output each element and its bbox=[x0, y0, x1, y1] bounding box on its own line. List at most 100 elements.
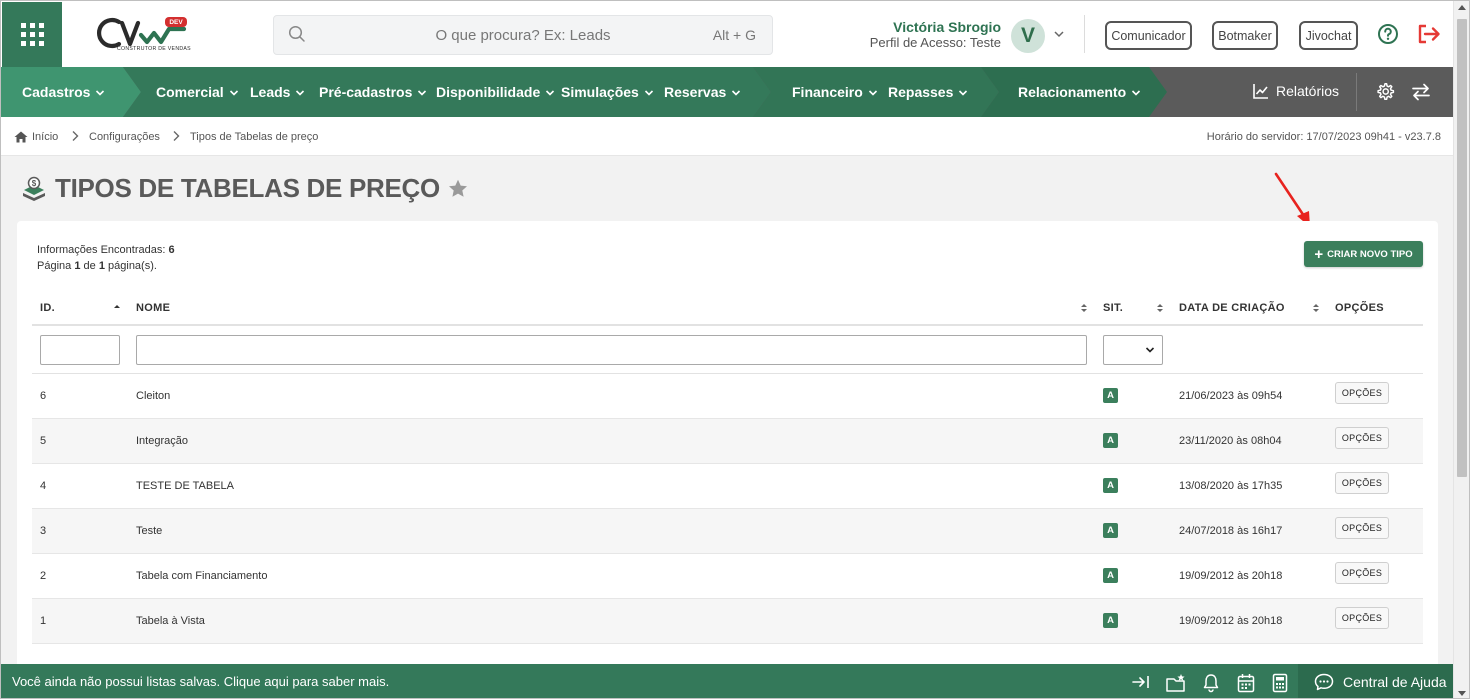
nav-label: Repasses bbox=[888, 84, 954, 100]
help-center-label: Central de Ajuda bbox=[1343, 674, 1447, 690]
cell-name: Tabela com Financiamento bbox=[136, 570, 268, 582]
nav-reservas[interactable]: Reservas bbox=[664, 67, 741, 117]
calculator-icon[interactable] bbox=[1272, 673, 1288, 693]
sort-icon[interactable] bbox=[1156, 303, 1164, 313]
search-input[interactable] bbox=[274, 16, 772, 54]
cv-logo[interactable]: DEV CONSTRUTOR DE VENDAS bbox=[93, 13, 197, 57]
options-button[interactable]: OPÇÕES bbox=[1335, 472, 1389, 494]
breadcrumb-label: Configurações bbox=[89, 131, 160, 143]
cell-date: 19/09/2012 às 20h18 bbox=[1179, 615, 1283, 627]
svg-text:$: $ bbox=[32, 179, 37, 188]
column-header-data[interactable]: DATA DE CRIAÇÃO bbox=[1179, 302, 1285, 314]
grid-icon bbox=[20, 23, 44, 46]
app-window: DEV CONSTRUTOR DE VENDAS Alt + G Victóri… bbox=[0, 0, 1470, 699]
breadcrumb-current: Tipos de Tabelas de preço bbox=[190, 131, 318, 143]
price-tag-icon: $ bbox=[23, 176, 45, 201]
collapse-arrow-icon[interactable] bbox=[1131, 673, 1151, 691]
chevron-down-icon bbox=[644, 89, 653, 96]
found-count: 6 bbox=[168, 244, 175, 256]
cell-id: 2 bbox=[40, 570, 47, 582]
help-center-button[interactable]: Central de Ajuda bbox=[1298, 664, 1453, 698]
chevron-down-icon bbox=[1145, 347, 1155, 353]
botmaker-button[interactable]: Botmaker bbox=[1212, 21, 1278, 50]
nav-cadastros[interactable]: Cadastros bbox=[22, 67, 105, 117]
create-button-label: CRIAR NOVO TIPO bbox=[1327, 248, 1413, 260]
chevron-down-icon bbox=[96, 89, 105, 96]
sort-icon[interactable] bbox=[1312, 303, 1320, 313]
comunicador-button[interactable]: Comunicador bbox=[1105, 21, 1192, 50]
column-header-id[interactable]: ID. bbox=[40, 302, 55, 314]
options-button[interactable]: OPÇÕES bbox=[1335, 607, 1389, 629]
nav-pre-cadastros[interactable]: Pré-cadastros bbox=[319, 67, 427, 117]
nav-comercial[interactable]: Comercial bbox=[156, 67, 239, 117]
create-new-type-button[interactable]: + CRIAR NOVO TIPO bbox=[1304, 241, 1423, 267]
saved-lists-message[interactable]: Você ainda não possui listas salvas. Cli… bbox=[12, 674, 389, 689]
column-header-nome[interactable]: NOME bbox=[136, 302, 170, 314]
nav-label: Simulações bbox=[561, 84, 639, 100]
nav-disponibilidade[interactable]: Disponibilidade bbox=[436, 67, 555, 117]
table-row: 2 Tabela com Financiamento A 19/09/2012 … bbox=[32, 554, 1423, 599]
chevron-down-icon bbox=[296, 89, 305, 96]
jivochat-button[interactable]: Jivochat bbox=[1299, 21, 1358, 50]
user-info[interactable]: Victória Sbrogio Perfil de Acesso: Teste bbox=[863, 19, 1001, 51]
cell-name: Cleiton bbox=[136, 390, 171, 402]
cell-date: 13/08/2020 às 17h35 bbox=[1179, 480, 1283, 492]
filter-row bbox=[32, 326, 1423, 374]
cell-name: Integração bbox=[136, 435, 188, 447]
logo-subtitle: CONSTRUTOR DE VENDAS bbox=[117, 46, 191, 52]
nav-relacionamento[interactable]: Relacionamento bbox=[1018, 67, 1141, 117]
cell-date: 23/11/2020 às 08h04 bbox=[1179, 435, 1282, 447]
breadcrumb: Início Configurações Tipos de Tabelas de… bbox=[1, 117, 1453, 156]
column-header-sit[interactable]: SIT. bbox=[1103, 302, 1123, 314]
page-scrollbar[interactable] bbox=[1453, 1, 1469, 698]
cell-name: Teste bbox=[136, 525, 163, 537]
nav-simulacoes[interactable]: Simulações bbox=[561, 67, 654, 117]
found-label: Informações Encontradas: bbox=[37, 244, 166, 256]
logout-icon[interactable] bbox=[1417, 23, 1441, 45]
swap-arrows-icon[interactable] bbox=[1411, 82, 1431, 102]
breadcrumb-configuracoes[interactable]: Configurações bbox=[89, 131, 160, 143]
scroll-up-arrow[interactable] bbox=[1458, 5, 1466, 10]
nav-leads[interactable]: Leads bbox=[250, 67, 305, 117]
chevron-down-icon[interactable] bbox=[1053, 29, 1065, 39]
cell-name: Tabela à Vista bbox=[136, 615, 205, 627]
scroll-down-arrow[interactable] bbox=[1458, 691, 1466, 696]
cell-id: 5 bbox=[40, 435, 47, 447]
page-current: 1 bbox=[74, 260, 81, 272]
gear-icon[interactable] bbox=[1375, 82, 1395, 102]
filter-sit-select[interactable] bbox=[1103, 335, 1163, 365]
favorites-list-icon[interactable] bbox=[1165, 673, 1187, 693]
nav-repasses[interactable]: Repasses bbox=[888, 67, 968, 117]
user-name: Victória Sbrogio bbox=[893, 19, 1001, 35]
chevron-right-icon bbox=[173, 131, 180, 141]
options-button[interactable]: OPÇÕES bbox=[1335, 562, 1389, 584]
chevron-down-icon bbox=[229, 89, 238, 96]
help-icon[interactable] bbox=[1377, 23, 1399, 45]
nav-relatorios[interactable]: Relatórios bbox=[1252, 82, 1339, 100]
options-button[interactable]: OPÇÕES bbox=[1335, 382, 1389, 404]
page-title: TIPOS DE TABELAS DE PREÇO bbox=[55, 173, 440, 203]
footer-bar: Você ainda não possui listas salvas. Cli… bbox=[1, 664, 1453, 698]
logo-badge: DEV bbox=[169, 18, 183, 26]
apps-menu-button[interactable] bbox=[2, 2, 62, 67]
status-badge: A bbox=[1103, 568, 1118, 583]
scroll-thumb[interactable] bbox=[1457, 19, 1467, 477]
avatar[interactable]: V bbox=[1011, 19, 1045, 53]
nav-label: Leads bbox=[250, 84, 291, 100]
options-button[interactable]: OPÇÕES bbox=[1335, 517, 1389, 539]
options-button[interactable]: OPÇÕES bbox=[1335, 427, 1389, 449]
cell-date: 21/06/2023 às 09h54 bbox=[1179, 390, 1283, 402]
global-search[interactable]: Alt + G bbox=[273, 15, 773, 55]
nav-label: Disponibilidade bbox=[436, 84, 541, 100]
plus-icon: + bbox=[1314, 245, 1324, 263]
bell-icon[interactable] bbox=[1202, 673, 1220, 693]
filter-id-input[interactable] bbox=[40, 335, 120, 365]
sort-icon[interactable] bbox=[1080, 303, 1088, 313]
breadcrumb-home[interactable]: Início bbox=[14, 131, 58, 143]
favorite-star-icon[interactable] bbox=[448, 179, 468, 198]
calendar-icon[interactable] bbox=[1237, 673, 1255, 693]
nav-financeiro[interactable]: Financeiro bbox=[792, 67, 878, 117]
filter-name-input[interactable] bbox=[136, 335, 1087, 365]
nav-divider bbox=[1356, 73, 1357, 111]
sort-asc-icon[interactable] bbox=[113, 303, 121, 313]
